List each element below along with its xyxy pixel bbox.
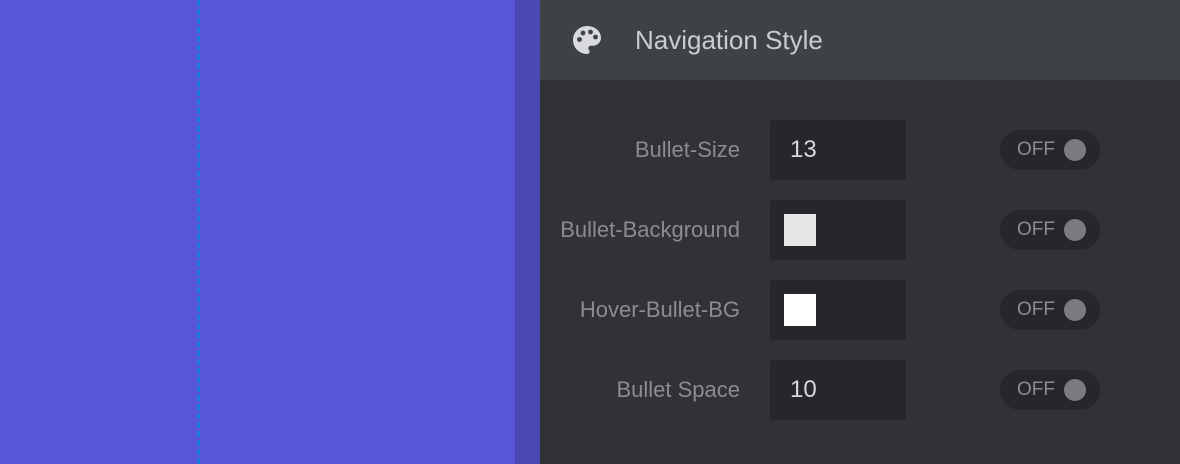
toggle-state-label: OFF: [1017, 219, 1055, 240]
panel-title: Navigation Style: [635, 25, 823, 55]
toggle-state-label: OFF: [1017, 299, 1055, 320]
bullet-size-toggle[interactable]: OFF: [1000, 130, 1100, 170]
bullet-background-toggle[interactable]: OFF: [1000, 210, 1100, 250]
hover-bullet-bg-color-picker[interactable]: [770, 280, 906, 340]
panel-header[interactable]: Navigation Style: [540, 0, 1180, 80]
bullet-space-input[interactable]: 10: [770, 360, 906, 420]
settings-panel: Navigation Style Bullet-Size 13 OFF Bull…: [540, 0, 1180, 464]
setting-label: Hover-Bullet-BG: [579, 297, 740, 322]
editor-root: Navigation Style Bullet-Size 13 OFF Bull…: [0, 0, 1180, 464]
hover-bullet-bg-toggle[interactable]: OFF: [1000, 290, 1100, 330]
setting-row-hover-bullet-bg: Hover-Bullet-BG OFF: [540, 280, 1180, 340]
toggle-knob: [1064, 379, 1086, 401]
toggle-knob: [1064, 299, 1086, 321]
setting-row-bullet-size: Bullet-Size 13 OFF: [540, 120, 1180, 180]
setting-row-bullet-background: Bullet-Background OFF: [540, 200, 1180, 260]
dashed-guide-line[interactable]: [197, 0, 200, 464]
preview-canvas[interactable]: [0, 0, 515, 464]
color-swatch[interactable]: [784, 214, 816, 246]
bullet-space-toggle[interactable]: OFF: [1000, 370, 1100, 410]
bullet-size-input[interactable]: 13: [770, 120, 906, 180]
setting-row-bullet-space: Bullet Space 10 OFF: [540, 360, 1180, 420]
toggle-knob: [1064, 219, 1086, 241]
color-swatch[interactable]: [784, 294, 816, 326]
toggle-state-label: OFF: [1017, 379, 1055, 400]
input-value: 13: [790, 136, 817, 163]
setting-label: Bullet-Background: [560, 217, 740, 242]
toggle-knob: [1064, 139, 1086, 161]
palette-icon: [573, 26, 601, 54]
setting-label: Bullet-Size: [634, 137, 740, 162]
toggle-state-label: OFF: [1017, 139, 1055, 160]
panel-divider[interactable]: [515, 0, 540, 464]
setting-label: Bullet Space: [616, 377, 740, 402]
bullet-background-color-picker[interactable]: [770, 200, 906, 260]
input-value: 10: [790, 376, 817, 403]
